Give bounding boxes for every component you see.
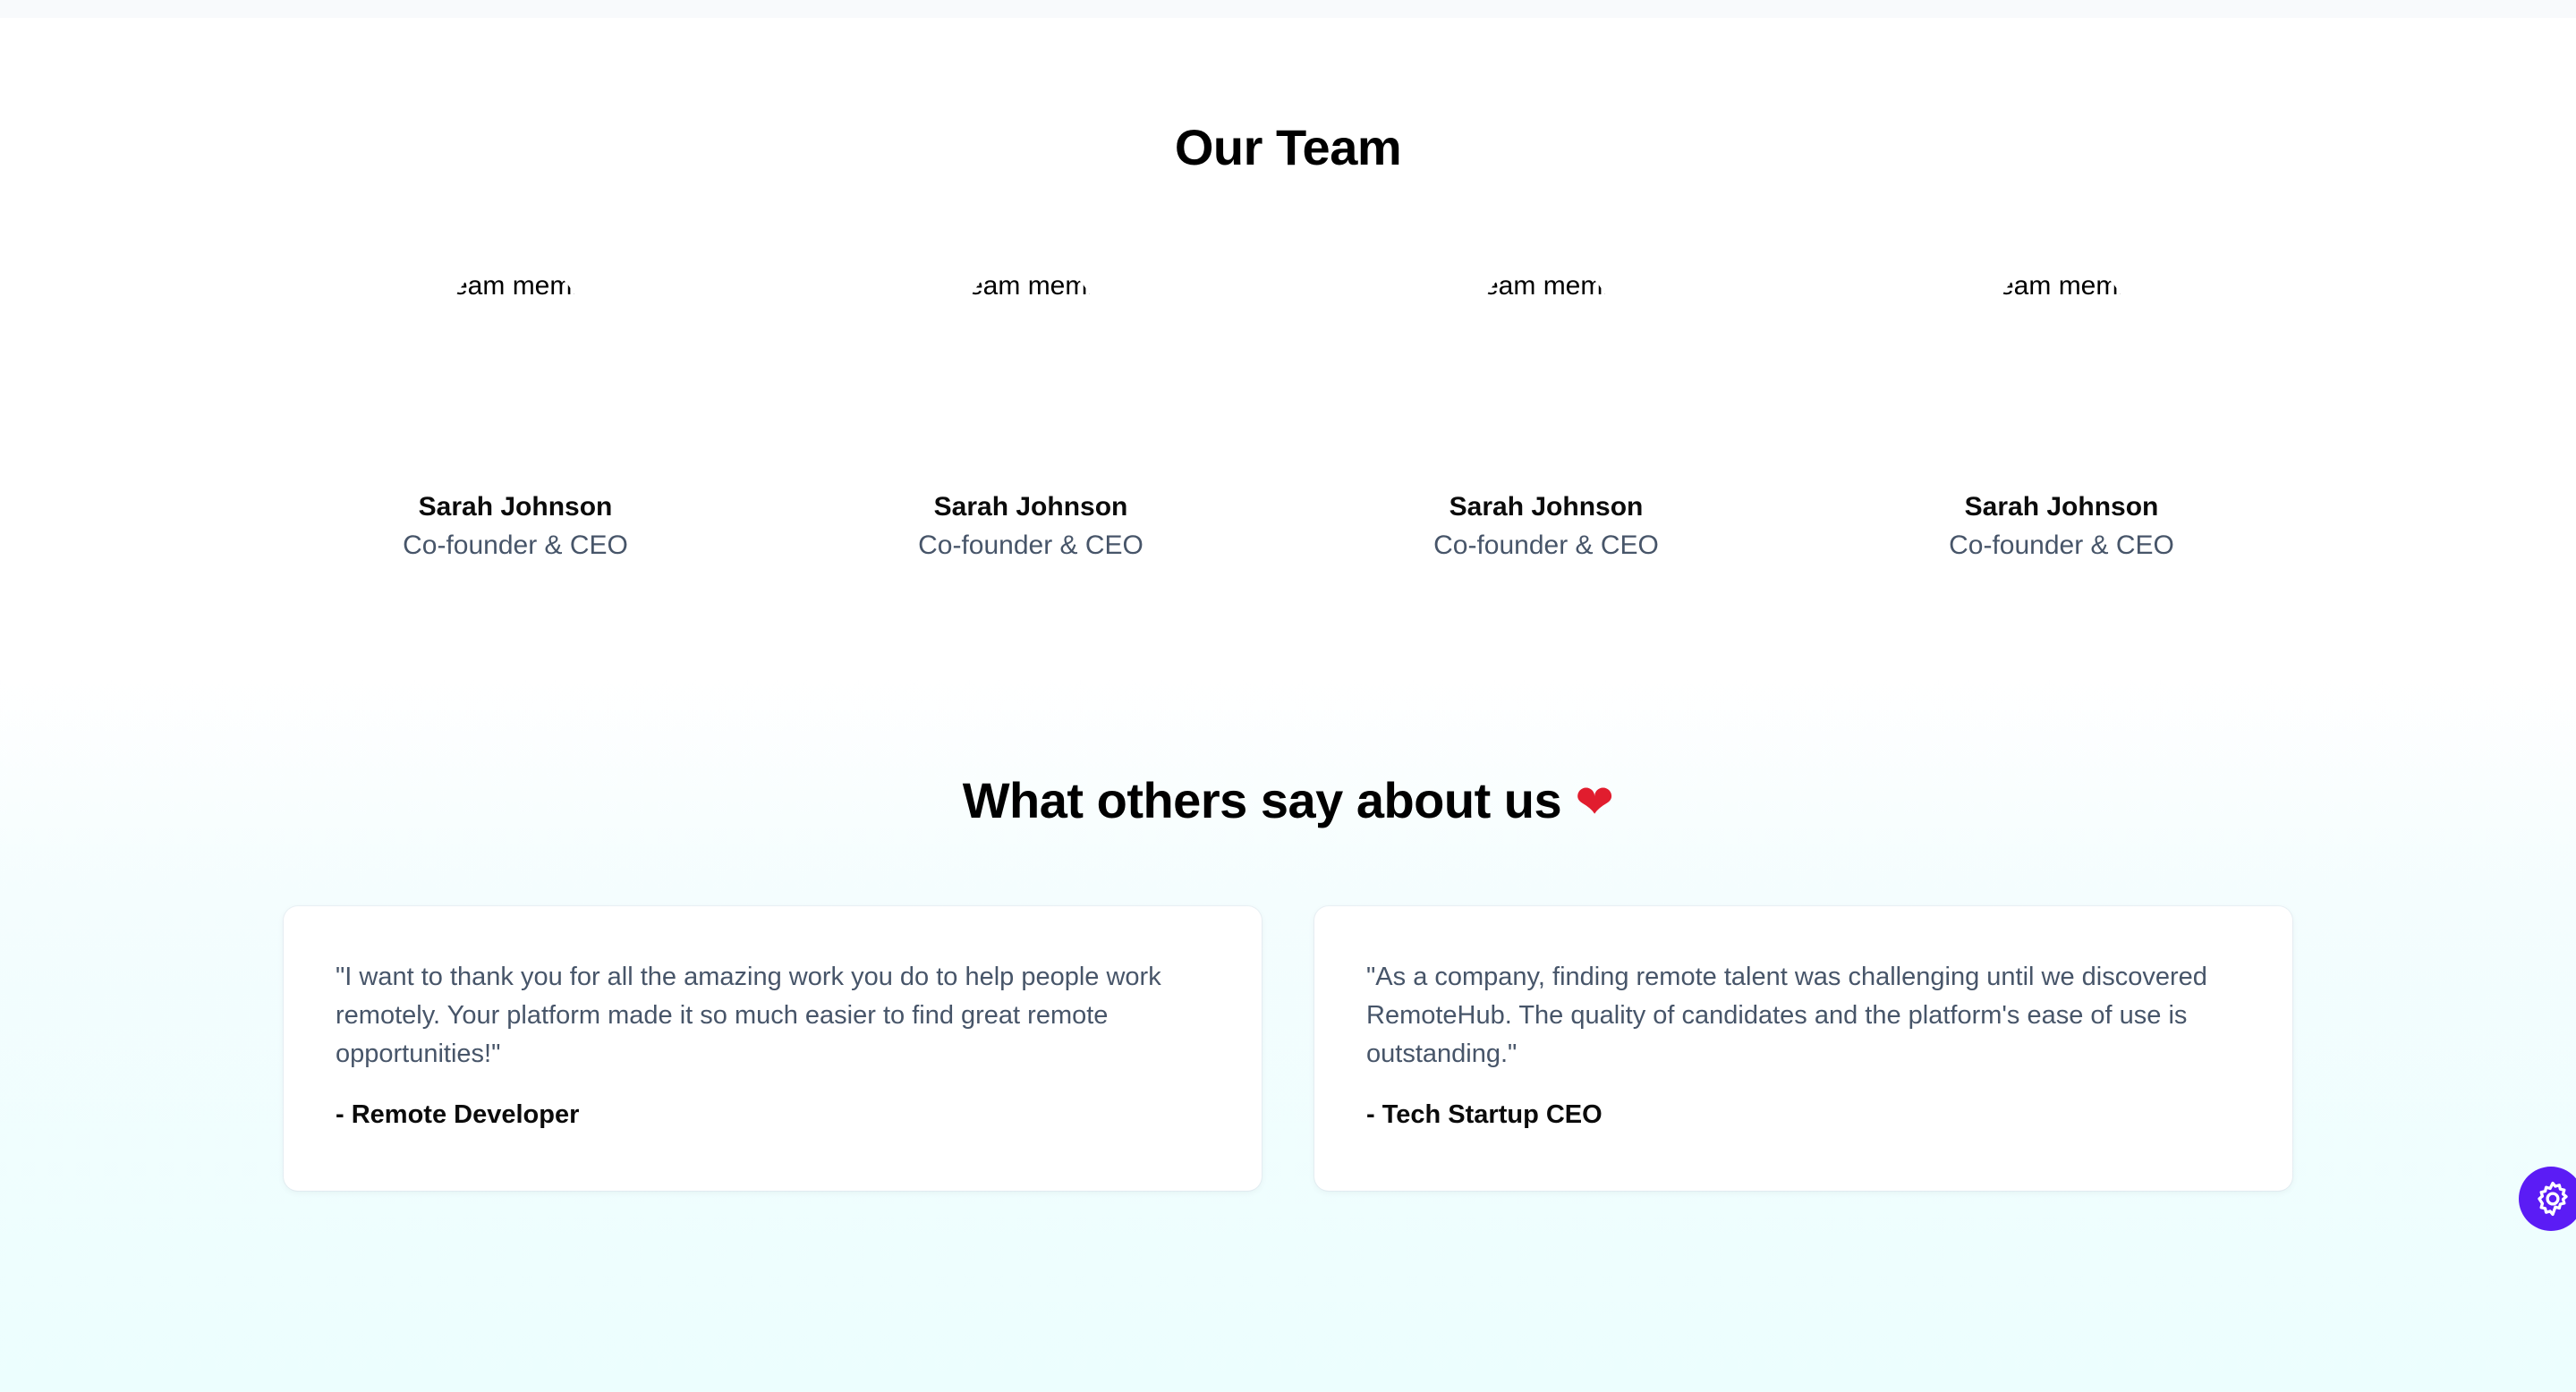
team-member-photo: Team member [1479,259,1613,394]
team-member-photo-alt: Team member [1479,271,1613,301]
settings-button[interactable] [2519,1167,2576,1231]
team-member-name: Sarah Johnson [1449,492,1644,522]
top-strip [0,0,2576,18]
team-member-photo-alt: Team member [448,271,582,301]
team-member-card: Team member Sarah Johnson Co-founder & C… [1349,250,1743,573]
team-member-photo: Team member [964,259,1098,394]
heart-icon: ❤ [1575,776,1614,829]
team-member-role: Co-founder & CEO [1433,530,1659,560]
testimonial-quote: "As a company, finding remote talent was… [1366,963,2207,1068]
team-member-card: Team member Sarah Johnson Co-founder & C… [319,250,712,573]
team-title: Our Team [1174,119,1402,175]
team-member-name: Sarah Johnson [933,492,1128,522]
team-member-role: Co-founder & CEO [918,530,1143,560]
testimonial-author: - Remote Developer [336,1100,580,1129]
team-member-card: Team member Sarah Johnson Co-founder & C… [834,250,1228,573]
team-grid: Team member Sarah Johnson Co-founder & C… [0,250,2576,573]
team-member-photo-alt: Team member [964,271,1098,301]
testimonial-card: "As a company, finding remote talent was… [1314,906,2292,1191]
testimonial-card: "I want to thank you for all the amazing… [284,906,1262,1191]
team-member-photo: Team member [1994,259,2129,394]
team-member-role: Co-founder & CEO [403,530,628,560]
testimonial-author: - Tech Startup CEO [1366,1100,1603,1129]
team-member-card: Team member Sarah Johnson Co-founder & C… [1865,250,2258,573]
team-member-name: Sarah Johnson [418,492,613,522]
testimonial-quote: "I want to thank you for all the amazing… [336,963,1161,1068]
team-member-photo: Team member [448,259,582,394]
team-member-role: Co-founder & CEO [1949,530,2174,560]
testimonials-title-text: What others say about us [962,772,1562,828]
testimonials-title: What others say about us ❤ [0,771,2576,829]
team-member-name: Sarah Johnson [1964,492,2159,522]
gear-icon [2538,1181,2568,1217]
team-member-photo-alt: Team member [1994,271,2129,301]
